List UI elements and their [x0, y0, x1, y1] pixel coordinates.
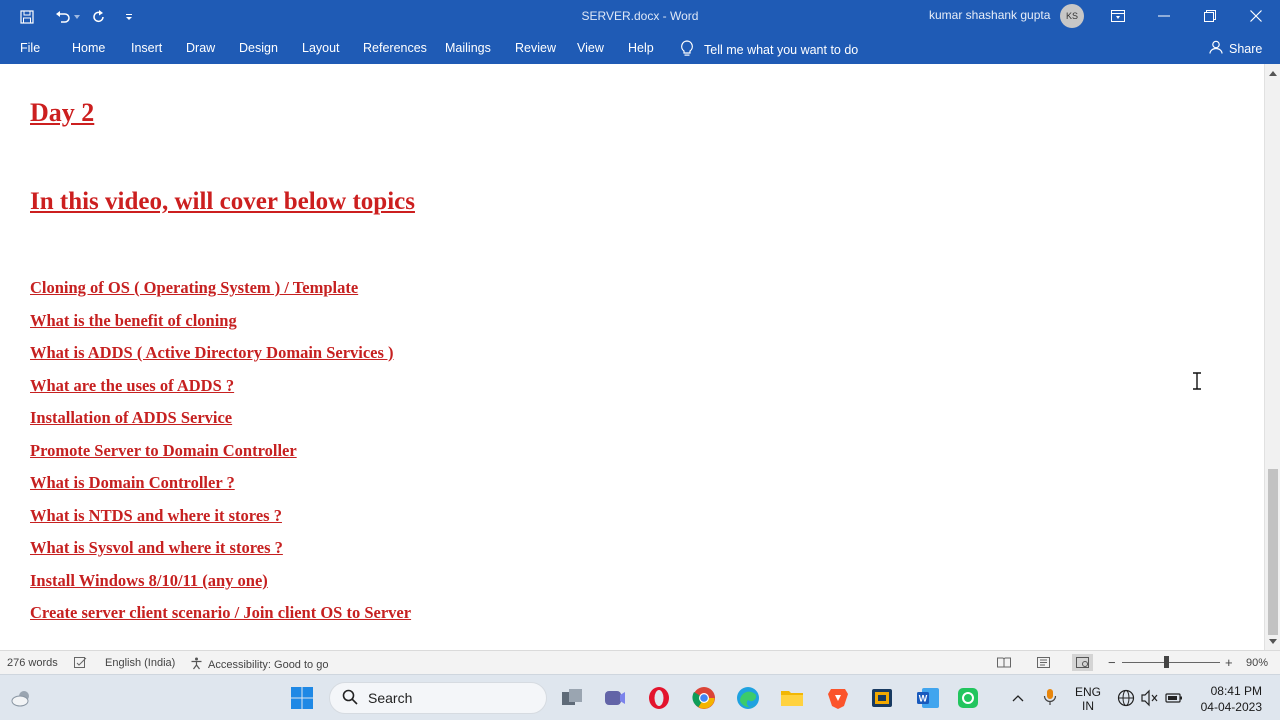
list-item: What is ADDS ( Active Directory Domain S… [30, 343, 394, 362]
battery-icon[interactable] [1165, 689, 1183, 707]
document-title: SERVER.docx - Word [581, 9, 699, 23]
person-icon [1209, 40, 1223, 57]
accessibility-label: Accessibility: Good to go [208, 659, 329, 671]
microphone-icon[interactable] [1043, 688, 1057, 706]
file-explorer-icon[interactable] [780, 686, 804, 710]
teams-chat-icon[interactable] [603, 686, 627, 710]
list-item: Install Windows 8/10/11 (any one) [30, 571, 268, 590]
list-item: What is the benefit of cloning [30, 311, 237, 330]
list-item: What is NTDS and where it stores ? [30, 506, 282, 525]
user-name[interactable]: kumar shashank gupta [929, 8, 1050, 22]
tell-me-search[interactable]: Tell me what you want to do [680, 40, 858, 60]
title-bar: SERVER.docx - Word kumar shashank gupta … [0, 0, 1280, 32]
list-item: Cloning of OS ( Operating System ) / Tem… [30, 278, 359, 297]
clock-date: 04-04-2023 [1200, 700, 1262, 714]
system-clock[interactable]: 08:41 PM 04-04-2023 [1192, 683, 1262, 715]
virtualbox-icon[interactable] [870, 686, 894, 710]
clock-time: 08:41 PM [1210, 684, 1262, 698]
word-icon[interactable]: W [916, 686, 940, 710]
network-icon[interactable] [1117, 689, 1135, 707]
tab-home[interactable]: Home [72, 41, 105, 55]
tab-file[interactable]: File [20, 41, 40, 55]
taskbar: Search W ENG IN 08:41 PM 04-04-2023 [0, 674, 1280, 720]
list-item: What are the uses of ADDS ? [30, 376, 235, 395]
zoom-level[interactable]: 90% [1246, 657, 1268, 669]
ribbon-display-options-icon[interactable] [1108, 6, 1128, 26]
search-label: Search [368, 690, 413, 706]
document-canvas[interactable]: Day 2 In this video, will cover below to… [0, 64, 1264, 650]
lang-line-2: IN [1082, 699, 1094, 713]
tab-view[interactable]: View [577, 41, 604, 55]
start-icon[interactable] [290, 686, 314, 710]
list-item: What is Domain Controller ? [30, 473, 235, 492]
status-bar: 276 words English (India) Accessibility:… [0, 650, 1280, 674]
zoom-slider-track[interactable] [1122, 662, 1220, 663]
lang-line-1: ENG [1074, 685, 1101, 699]
show-hidden-icons-icon[interactable] [1012, 689, 1024, 702]
zoom-out-button[interactable]: − [1108, 655, 1116, 670]
taskbar-search[interactable]: Search [329, 682, 547, 714]
zoom-slider-thumb[interactable] [1164, 656, 1169, 668]
search-icon [342, 689, 358, 708]
input-language-indicator[interactable]: ENG IN [1072, 685, 1104, 713]
tab-review[interactable]: Review [515, 41, 556, 55]
lightbulb-icon [680, 40, 694, 60]
tab-help[interactable]: Help [628, 41, 654, 55]
tab-draw[interactable]: Draw [186, 41, 215, 55]
accessibility-status[interactable]: Accessibility: Good to go [190, 657, 328, 673]
zoom-in-button[interactable]: + [1225, 655, 1233, 670]
avatar[interactable]: KS [1060, 4, 1084, 28]
scroll-down-icon[interactable] [1265, 634, 1280, 648]
task-view-icon[interactable] [560, 686, 584, 710]
weather-icon[interactable] [10, 686, 34, 710]
word-count[interactable]: 276 words [7, 657, 58, 669]
ribbon-tabs: File Home Insert Draw Design Layout Refe… [0, 32, 1280, 64]
edge-icon[interactable] [736, 686, 760, 710]
list-item: What is Sysvol and where it stores ? [30, 538, 283, 557]
chrome-icon[interactable] [692, 686, 716, 710]
accessibility-icon [190, 657, 203, 673]
brave-icon[interactable] [826, 686, 850, 710]
green-app-icon[interactable] [956, 686, 980, 710]
vertical-scrollbar[interactable] [1264, 64, 1280, 650]
restore-icon[interactable] [1200, 6, 1220, 26]
tab-references[interactable]: References [363, 41, 427, 55]
tell-me-label: Tell me what you want to do [704, 43, 859, 57]
tab-layout[interactable]: Layout [302, 41, 340, 55]
heading-topics-intro: In this video, will cover below topics [30, 188, 415, 215]
tab-insert[interactable]: Insert [131, 41, 162, 55]
opera-icon[interactable] [647, 686, 671, 710]
text-cursor-icon [1191, 372, 1203, 390]
web-layout-icon[interactable] [1072, 654, 1093, 671]
minimize-icon[interactable] [1154, 6, 1174, 26]
list-item: Create server client scenario / Join cli… [30, 603, 412, 622]
close-icon[interactable] [1246, 6, 1266, 26]
share-button[interactable]: Share [1209, 40, 1262, 57]
list-item: Promote Server to Domain Controller [30, 441, 297, 460]
svg-text:W: W [919, 694, 928, 704]
scroll-thumb[interactable] [1268, 469, 1278, 635]
share-label: Share [1229, 41, 1263, 56]
language-indicator[interactable]: English (India) [105, 657, 175, 669]
heading-day: Day 2 [30, 98, 95, 127]
volume-muted-icon[interactable] [1141, 689, 1159, 707]
read-mode-icon[interactable] [997, 657, 1011, 668]
tab-design[interactable]: Design [239, 41, 278, 55]
tab-mailings[interactable]: Mailings [445, 41, 491, 55]
list-item: Installation of ADDS Service [30, 408, 233, 427]
proofing-icon[interactable] [74, 657, 88, 668]
print-layout-icon[interactable] [1037, 657, 1050, 668]
scroll-up-icon[interactable] [1265, 66, 1280, 80]
